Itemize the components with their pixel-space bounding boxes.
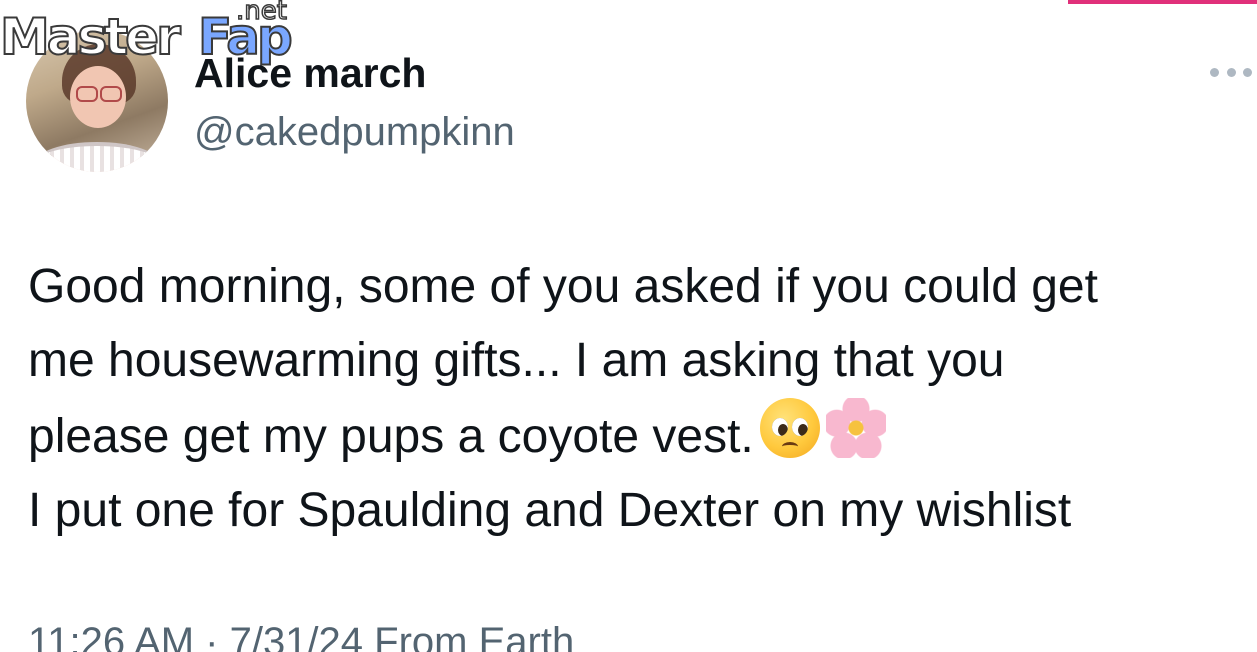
top-accent-bar <box>1068 0 1257 4</box>
pleading-face-icon <box>759 398 820 458</box>
tweet-line-text: me housewarming gifts... I am asking tha… <box>28 334 1005 387</box>
author-handle[interactable]: @cakedpumpkinn <box>194 108 515 156</box>
avatar-glasses-right <box>100 86 122 102</box>
tweet-line-text: please get my pups a coyote vest. <box>28 410 754 463</box>
watermark-brand-tld: .net <box>235 0 287 26</box>
author-display-name[interactable]: Alice march <box>194 50 426 96</box>
tweet-line: me housewarming gifts... I am asking tha… <box>28 324 1248 398</box>
more-dot <box>1243 67 1252 77</box>
cherry-blossom-icon <box>825 398 886 458</box>
avatar-glasses-left <box>76 86 98 102</box>
pleading-face-mouth <box>781 442 798 451</box>
tweet-screenshot: Master Fap .net Alice march @cakedpumpki… <box>0 0 1257 652</box>
avatar-clothing <box>34 142 160 172</box>
tweet-line: please get my pups a coyote vest. <box>28 398 1248 474</box>
tweet-line-text: I put one for Spaulding and Dexter on my… <box>28 484 1072 537</box>
more-dot <box>1226 67 1236 77</box>
tweet-timestamp[interactable]: 11:26 AM · 7/31/24 From Earth <box>28 618 574 652</box>
more-horizontal-icon[interactable] <box>1210 60 1252 84</box>
tweet-line: I put one for Spaulding and Dexter on my… <box>28 474 1248 548</box>
more-dot <box>1210 67 1219 77</box>
watermark-brand-main: Master <box>0 8 182 66</box>
tweet-text: Good morning, some of you asked if you c… <box>28 250 1248 548</box>
tweet-line-text: Good morning, some of you asked if you c… <box>28 260 1098 313</box>
tweet-line: Good morning, some of you asked if you c… <box>28 250 1248 324</box>
